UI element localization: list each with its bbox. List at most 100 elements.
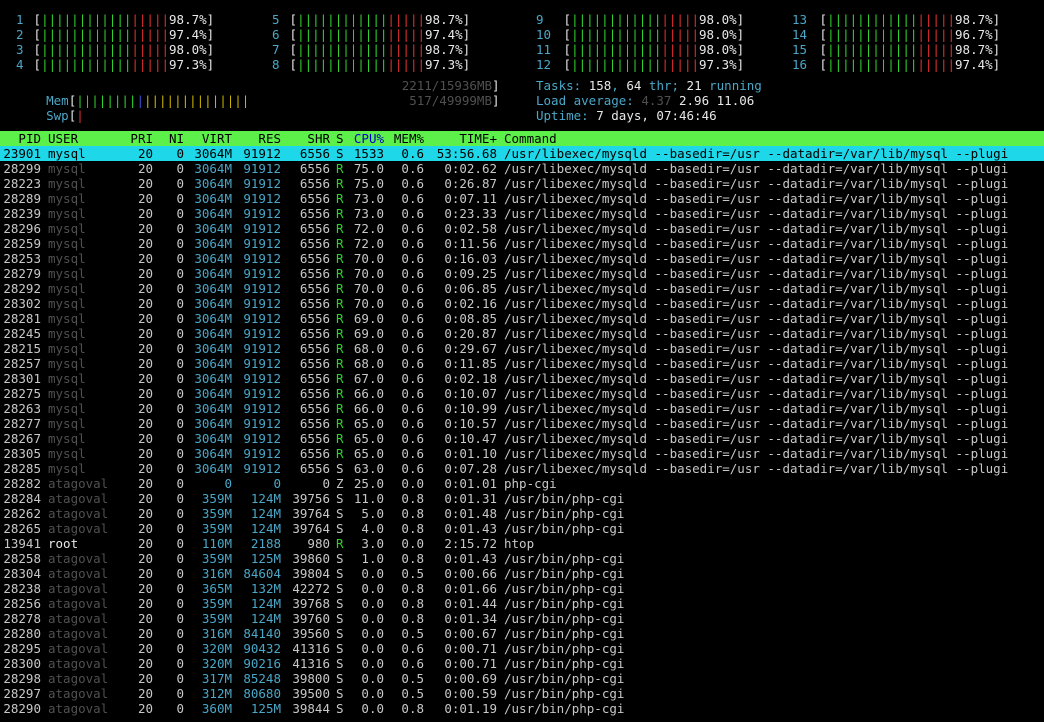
cell-mem: 0.8 xyxy=(401,611,424,626)
cell-ni: 0 xyxy=(176,371,184,386)
table-row[interactable]: 28292 mysql 20 0 3064M 91912 6556 R 70.0 0.6 0:06.… xyxy=(0,281,1044,296)
cell-pri: 20 xyxy=(137,656,153,671)
cell-shr: 6556 xyxy=(299,401,330,416)
cell-shr: 6556 xyxy=(299,236,330,251)
cell-res: 84604 xyxy=(243,566,281,581)
cell-mem: 0.8 xyxy=(401,596,424,611)
cell-cmd: /usr/bin/php-cgi xyxy=(504,611,625,626)
cell-cpu: 65.0 xyxy=(353,446,384,461)
cell-virt: 3064M xyxy=(194,296,232,311)
table-row[interactable]: 28289 mysql 20 0 3064M 91912 6556 R 73.0 0.6 0:07.… xyxy=(0,191,1044,206)
cell-cmd: /usr/libexec/mysqld --basedir=/usr --dat… xyxy=(504,221,1009,236)
cell-shr: 6556 xyxy=(299,326,330,341)
table-row[interactable]: 28215 mysql 20 0 3064M 91912 6556 R 68.0 0.6 0:29.… xyxy=(0,341,1044,356)
cell-time: 0:01.43 xyxy=(444,551,497,566)
cell-ni: 0 xyxy=(176,266,184,281)
cell-cmd: php-cgi xyxy=(504,476,557,491)
cpu-number: 16 xyxy=(792,57,808,72)
cell-user: root xyxy=(48,536,79,551)
process-table[interactable]: PID USER PRI NI VIRT RES SHR S CPU% MEM%… xyxy=(0,131,1044,716)
table-row[interactable]: 28263 mysql 20 0 3064M 91912 6556 R 66.0 0.6 0:10.… xyxy=(0,401,1044,416)
col-ni[interactable]: NI xyxy=(153,131,184,146)
table-row[interactable]: 28239 mysql 20 0 3064M 91912 6556 R 73.0 0.6 0:23.… xyxy=(0,206,1044,221)
cell-mem: 0.6 xyxy=(401,296,424,311)
table-row[interactable]: 28297 atagoval 20 0 312M 80680 39500 S 0.0 0.5 0:0… xyxy=(0,686,1044,701)
table-row[interactable]: 28277 mysql 20 0 3064M 91912 6556 R 65.0 0.6 0:10.… xyxy=(0,416,1044,431)
cell-cpu: 11.0 xyxy=(353,491,384,506)
table-row[interactable]: 28256 atagoval 20 0 359M 124M 39768 S 0.0 0.8 0:01… xyxy=(0,596,1044,611)
cell-pid: 28223 xyxy=(3,176,41,191)
col-shr[interactable]: SHR xyxy=(281,131,330,146)
table-row[interactable]: 28296 mysql 20 0 3064M 91912 6556 R 72.0 0.6 0:02.… xyxy=(0,221,1044,236)
col-command[interactable]: Command xyxy=(504,131,1044,146)
col-virt[interactable]: VIRT xyxy=(184,131,232,146)
cell-shr: 39560 xyxy=(292,626,330,641)
col-time[interactable]: TIME+ xyxy=(424,131,497,146)
cell-virt: 3064M xyxy=(194,371,232,386)
cell-ni: 0 xyxy=(176,641,184,656)
cell-mem: 0.0 xyxy=(401,476,424,491)
table-row[interactable]: 28281 mysql 20 0 3064M 91912 6556 R 69.0 0.6 0:08.… xyxy=(0,311,1044,326)
table-row[interactable]: 28223 mysql 20 0 3064M 91912 6556 R 75.0 0.6 0:26.… xyxy=(0,176,1044,191)
cell-pri: 20 xyxy=(137,416,153,431)
table-row[interactable]: 28265 atagoval 20 0 359M 124M 39764 S 4.0 0.8 0:01… xyxy=(0,521,1044,536)
cell-pri: 20 xyxy=(137,266,153,281)
table-row[interactable]: 13941 root 20 0 110M 2188 980 R 3.0 0.0 2:15.72 hto… xyxy=(0,536,1044,551)
cell-ni: 0 xyxy=(176,296,184,311)
table-row[interactable]: 28305 mysql 20 0 3064M 91912 6556 R 65.0 0.6 0:01.… xyxy=(0,446,1044,461)
cell-virt: 3064M xyxy=(194,251,232,266)
cell-user: atagoval xyxy=(48,491,109,506)
mem-meter: Mem[||||||||||||||||||||||| xyxy=(46,93,250,108)
cpu-bars-system: ||||| xyxy=(387,42,426,57)
table-row[interactable]: 28245 mysql 20 0 3064M 91912 6556 R 69.0 0.6 0:20.… xyxy=(0,326,1044,341)
table-row[interactable]: 28302 mysql 20 0 3064M 91912 6556 R 70.0 0.6 0:02.… xyxy=(0,296,1044,311)
table-row[interactable]: 28279 mysql 20 0 3064M 91912 6556 R 70.0 0.6 0:09.… xyxy=(0,266,1044,281)
col-mem[interactable]: MEM% xyxy=(384,131,424,146)
table-row[interactable]: 28275 mysql 20 0 3064M 91912 6556 R 66.0 0.6 0:10.… xyxy=(0,386,1044,401)
cell-res: 132M xyxy=(250,581,281,596)
col-user[interactable]: USER xyxy=(48,131,120,146)
table-row[interactable]: 28253 mysql 20 0 3064M 91912 6556 R 70.0 0.6 0:16.… xyxy=(0,251,1044,266)
cell-mem: 0.5 xyxy=(401,566,424,581)
table-row[interactable]: 28284 atagoval 20 0 359M 124M 39756 S 11.0 0.8 0:0… xyxy=(0,491,1044,506)
table-row[interactable]: 28280 atagoval 20 0 316M 84140 39560 S 0.0 0.5 0:0… xyxy=(0,626,1044,641)
cell-cmd: /usr/bin/php-cgi xyxy=(504,491,625,506)
cell-cmd: /usr/bin/php-cgi xyxy=(504,581,625,596)
table-row[interactable]: 28285 mysql 20 0 3064M 91912 6556 S 63.0 0.6 0:07.… xyxy=(0,461,1044,476)
cell-time: 0:01.44 xyxy=(444,596,497,611)
cpu-meter-2: 2 [|||||||||||||||||97.4%] xyxy=(16,27,215,42)
cpu-meter-16: 16 [|||||||||||||||||97.4%] xyxy=(792,57,1001,72)
table-row[interactable]: 28295 atagoval 20 0 320M 90432 41316 S 0.0 0.6 0:0… xyxy=(0,641,1044,656)
table-row[interactable]: 28298 atagoval 20 0 317M 85248 39800 S 0.0 0.5 0:0… xyxy=(0,671,1044,686)
table-row[interactable]: 28282 atagoval 20 0 0 0 0 Z 25.0 0.0 0:01.01 php-cg… xyxy=(0,476,1044,491)
col-pri[interactable]: PRI xyxy=(120,131,153,146)
table-row[interactable]: 28290 atagoval 20 0 360M 125M 39844 S 0.0 0.8 0:01… xyxy=(0,701,1044,716)
table-row[interactable]: 28301 mysql 20 0 3064M 91912 6556 R 67.0 0.6 0:02.… xyxy=(0,371,1044,386)
table-row[interactable]: 28262 atagoval 20 0 359M 124M 39764 S 5.0 0.8 0:01… xyxy=(0,506,1044,521)
cpu-bars-system: ||||| xyxy=(131,12,170,27)
mem-value: 2211/15936MB xyxy=(401,78,492,93)
cell-time: 0:02.62 xyxy=(444,161,497,176)
table-row[interactable]: 28259 mysql 20 0 3064M 91912 6556 R 72.0 0.6 0:11.… xyxy=(0,236,1044,251)
col-pid[interactable]: PID xyxy=(0,131,41,146)
table-row[interactable]: 28278 atagoval 20 0 359M 124M 39760 S 0.0 0.8 0:01… xyxy=(0,611,1044,626)
table-row[interactable]: 28299 mysql 20 0 3064M 91912 6556 R 75.0 0.6 0:02.… xyxy=(0,161,1044,176)
table-row[interactable]: 28300 atagoval 20 0 320M 90216 41316 S 0.0 0.6 0:0… xyxy=(0,656,1044,671)
cell-pri: 20 xyxy=(137,611,153,626)
cell-time: 0:02.18 xyxy=(444,371,497,386)
table-row[interactable]: 28267 mysql 20 0 3064M 91912 6556 R 65.0 0.6 0:10.… xyxy=(0,431,1044,446)
cpu-percent: 98.7% xyxy=(169,12,207,27)
table-row-selected[interactable]: 23901 mysql 20 0 3064M 91912 6556 S 1533 0.6 53:56… xyxy=(0,146,1044,161)
col-res[interactable]: RES xyxy=(232,131,281,146)
cell-cmd: /usr/bin/php-cgi xyxy=(504,521,625,536)
table-row[interactable]: 28257 mysql 20 0 3064M 91912 6556 R 68.0 0.6 0:11.… xyxy=(0,356,1044,371)
cpu-bars-system: ||||| xyxy=(387,57,426,72)
table-row[interactable]: 28238 atagoval 20 0 365M 132M 42272 S 0.0 0.8 0:01… xyxy=(0,581,1044,596)
cell-shr: 6556 xyxy=(299,386,330,401)
cell-mem: 0.6 xyxy=(401,386,424,401)
cell-virt: 110M xyxy=(201,536,232,551)
table-row[interactable]: 28304 atagoval 20 0 316M 84604 39804 S 0.0 0.5 0:0… xyxy=(0,566,1044,581)
table-row[interactable]: 28258 atagoval 20 0 359M 125M 39860 S 1.0 0.8 0:01… xyxy=(0,551,1044,566)
cell-res: 90216 xyxy=(243,656,281,671)
col-cpu[interactable]: CPU% xyxy=(344,131,384,146)
